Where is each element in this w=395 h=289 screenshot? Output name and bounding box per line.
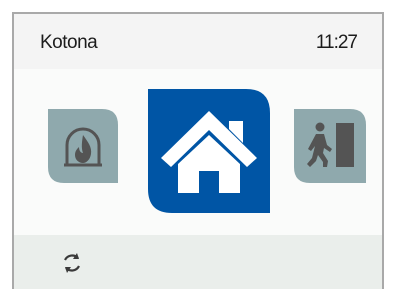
footer-bar (14, 235, 382, 289)
refresh-icon (64, 253, 80, 273)
device-screen: Kotona 11:27 (12, 12, 384, 289)
home-mode-button[interactable] (148, 89, 270, 213)
refresh-button[interactable] (60, 251, 84, 275)
fireplace-mode-button[interactable] (48, 109, 118, 183)
mode-title: Kotona (40, 32, 98, 53)
home-icon (148, 89, 270, 213)
away-icon (294, 109, 366, 183)
mode-selector (14, 69, 382, 235)
fireplace-icon (48, 109, 118, 183)
away-mode-button[interactable] (294, 109, 366, 183)
clock: 11:27 (315, 32, 358, 53)
status-header: Kotona 11:27 (14, 14, 382, 69)
